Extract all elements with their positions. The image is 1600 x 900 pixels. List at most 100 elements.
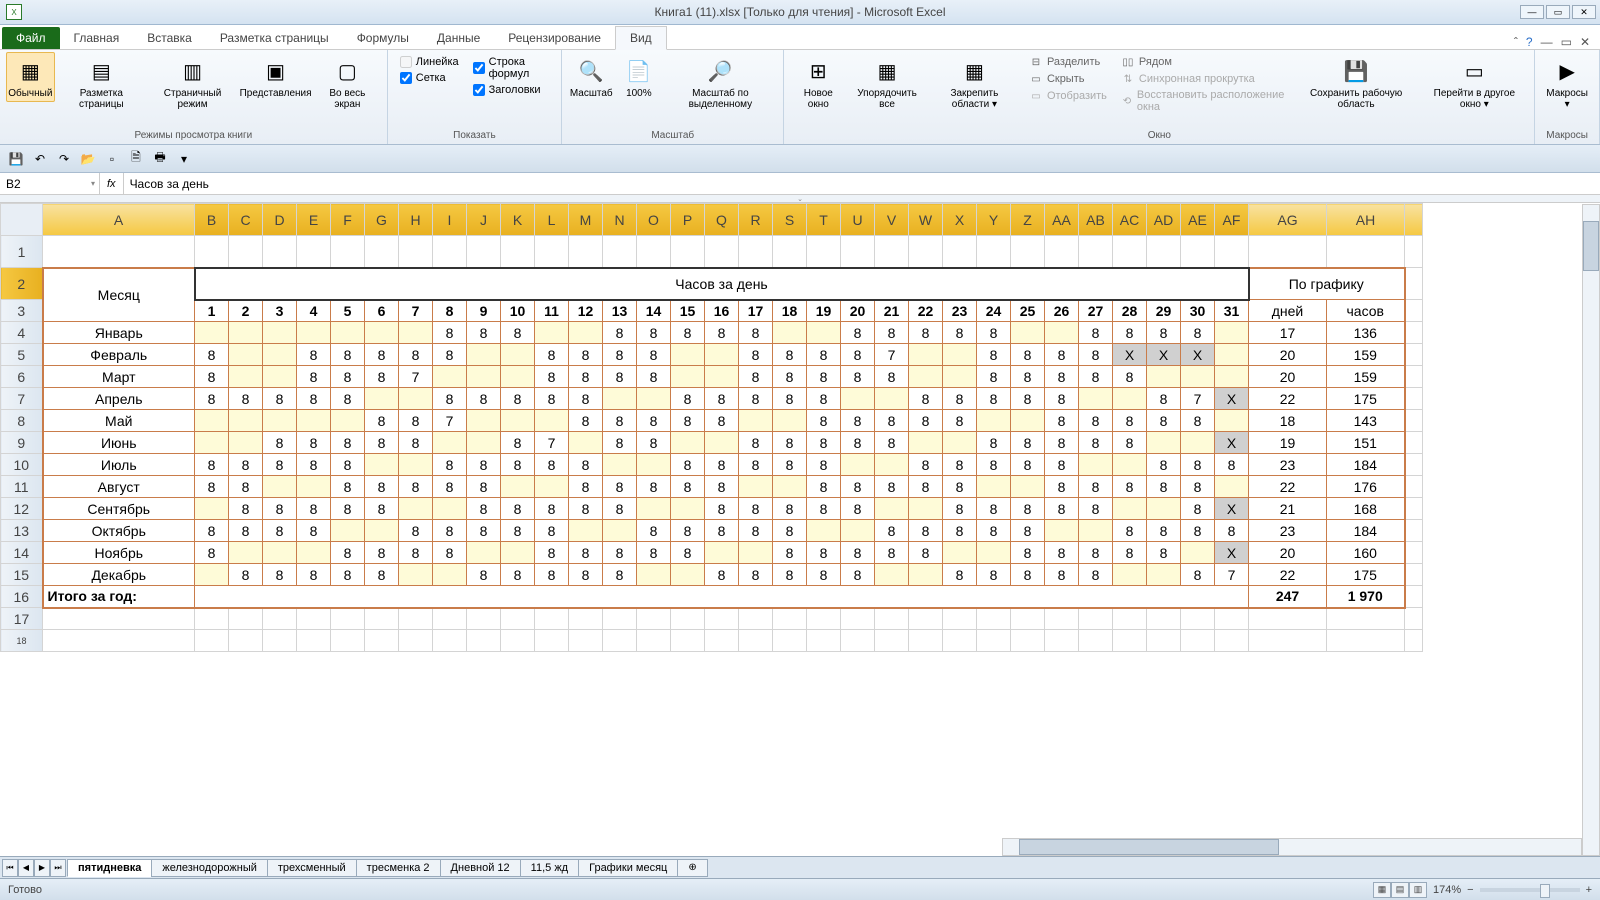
cell[interactable] [1181,432,1215,454]
column-header[interactable]: T [807,204,841,236]
cell[interactable]: 8 [229,520,263,542]
cell[interactable] [1113,236,1147,268]
cell[interactable] [195,410,229,432]
cell[interactable]: 8 [773,542,807,564]
column-header[interactable]: P [671,204,705,236]
cell[interactable]: 8 [739,322,773,344]
doc-restore-icon[interactable]: ▭ [1561,35,1572,49]
cell[interactable] [1181,608,1215,630]
cell[interactable] [671,630,705,652]
cell[interactable]: 8 [1147,454,1181,476]
row-header[interactable]: 13 [1,520,43,542]
qat-dropdown[interactable]: ▾ [174,149,194,169]
cell[interactable]: 8 [1079,344,1113,366]
cell[interactable] [671,236,705,268]
row-header[interactable]: 5 [1,344,43,366]
row-header[interactable]: 15 [1,564,43,586]
cell-hours-total[interactable]: 168 [1327,498,1405,520]
row-header[interactable]: 12 [1,498,43,520]
cell[interactable]: 8 [195,366,229,388]
cell[interactable]: 8 [297,432,331,454]
cell[interactable]: 8 [977,520,1011,542]
cell[interactable] [773,476,807,498]
cell[interactable]: 8 [875,542,909,564]
zoom-selection-button[interactable]: 🔎Масштаб по выделенному [663,52,777,113]
cell[interactable] [637,564,671,586]
close-button[interactable]: ✕ [1572,5,1596,19]
cell[interactable] [977,236,1011,268]
zoom-level[interactable]: 174% [1433,884,1461,896]
cell[interactable]: 8 [297,366,331,388]
cell-day-number[interactable]: 9 [467,300,501,322]
cell-day-number[interactable]: 17 [739,300,773,322]
cell[interactable] [1147,564,1181,586]
cell[interactable]: 8 [739,366,773,388]
column-header[interactable]: AF [1215,204,1249,236]
tab-data[interactable]: Данные [423,27,494,49]
arrange-all-button[interactable]: ▦Упорядочить все [848,52,926,113]
cell[interactable] [229,366,263,388]
cell[interactable] [1113,388,1147,410]
cell[interactable]: 8 [467,520,501,542]
cell[interactable]: 8 [535,542,569,564]
cell[interactable] [705,630,739,652]
cell[interactable]: 8 [909,476,943,498]
cell[interactable]: 8 [637,476,671,498]
cell-day-number[interactable]: 23 [943,300,977,322]
cell[interactable]: 8 [909,520,943,542]
cell[interactable] [263,542,297,564]
cell[interactable]: 8 [773,366,807,388]
cell[interactable] [501,236,535,268]
cell[interactable]: 8 [331,498,365,520]
cell[interactable] [875,388,909,410]
cell[interactable] [467,542,501,564]
cell[interactable] [807,322,841,344]
cell-days-total[interactable]: 22 [1249,476,1327,498]
cell[interactable]: 8 [399,542,433,564]
cell[interactable]: 8 [1011,366,1045,388]
cell[interactable] [399,498,433,520]
cell[interactable] [331,520,365,542]
cell-day-number[interactable]: 6 [365,300,399,322]
cell[interactable] [331,410,365,432]
cell-day-number[interactable]: 5 [331,300,365,322]
cell[interactable] [331,630,365,652]
cell[interactable]: 8 [1045,498,1079,520]
cell[interactable] [365,388,399,410]
save-workspace-button[interactable]: 💾Сохранить рабочую область [1294,52,1419,113]
cell[interactable] [569,630,603,652]
cell[interactable]: 8 [977,388,1011,410]
cell[interactable] [1147,498,1181,520]
row-header[interactable]: 16 [1,586,43,608]
cell[interactable]: 8 [807,388,841,410]
cell[interactable]: 8 [229,564,263,586]
switch-window-button[interactable]: ▭Перейти в другое окно ▾ [1420,52,1528,113]
cell[interactable] [365,236,399,268]
cell[interactable]: 8 [841,476,875,498]
cell-hours-total[interactable]: 175 [1327,388,1405,410]
cell[interactable]: 8 [671,454,705,476]
cell[interactable] [1181,542,1215,564]
cell[interactable]: 8 [331,454,365,476]
cell[interactable] [977,608,1011,630]
cell[interactable] [943,344,977,366]
column-header[interactable]: W [909,204,943,236]
cell[interactable] [331,608,365,630]
cell[interactable] [535,608,569,630]
cell[interactable] [1327,630,1405,652]
cell[interactable]: 8 [229,454,263,476]
cell[interactable] [807,520,841,542]
cell[interactable]: 8 [1113,542,1147,564]
cell[interactable]: 8 [841,366,875,388]
status-normal-view[interactable]: ▦ [1373,882,1391,898]
qat-save-button[interactable]: 💾 [6,149,26,169]
cell[interactable]: 8 [875,476,909,498]
cell-hours-total[interactable]: 143 [1327,410,1405,432]
cell[interactable] [399,388,433,410]
column-header[interactable]: B [195,204,229,236]
cell-month-name[interactable]: Декабрь [43,564,195,586]
cell[interactable]: 8 [535,520,569,542]
cell[interactable]: 7 [399,366,433,388]
cell[interactable] [637,608,671,630]
cell[interactable]: 8 [705,410,739,432]
